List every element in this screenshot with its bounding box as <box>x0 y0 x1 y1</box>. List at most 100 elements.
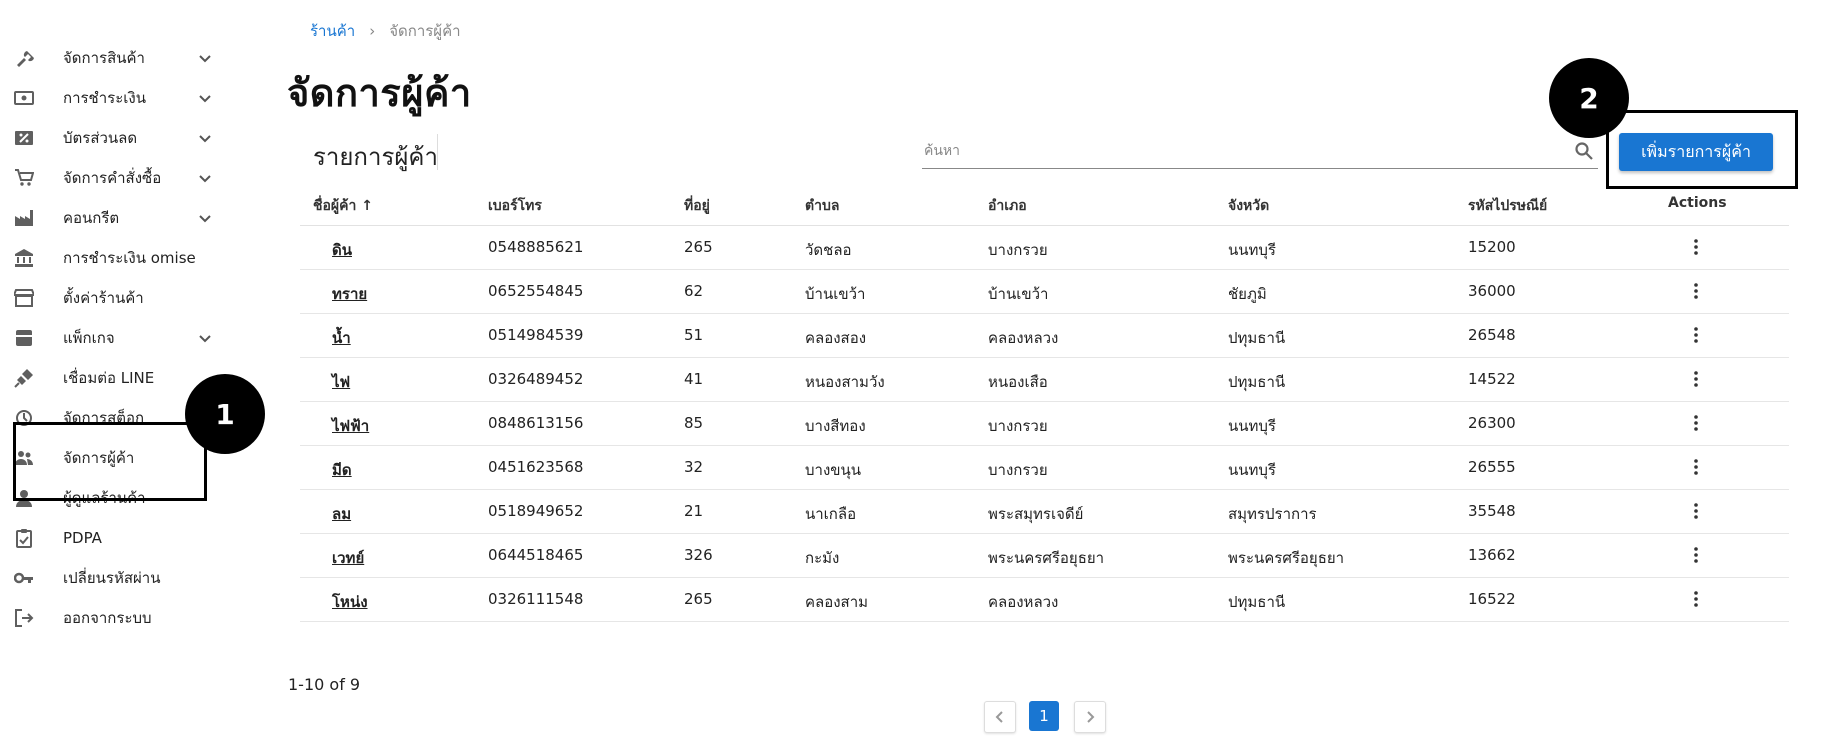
postcode-cell: 26300 <box>1468 414 1516 432</box>
column-header: Actions <box>1668 195 1727 211</box>
table-row: น้ำ 0514984539 51 คลองสอง คลองหลวง ปทุมธานี 26… <box>300 314 1789 358</box>
table-row: ไฟฟ้า 0848613156 85 บางสีทอง บางกรวย นนทบุรี 2… <box>300 402 1789 446</box>
sidebar-item[interactable]: บัตรส่วนลด <box>0 118 230 158</box>
vendor-table: ชื่อผู้ค้า ↑ เบอร์โทร ที่อยู่ ตำบล อำเภอ จังห… <box>300 183 1789 622</box>
vendor-name-link[interactable]: ไฟฟ้า <box>332 414 369 438</box>
province-cell: นนทบุรี <box>1228 461 1276 479</box>
chevron-right-icon <box>1087 711 1095 723</box>
vendor-name-link[interactable]: ลม <box>332 502 351 526</box>
annotation-box-2 <box>1606 110 1798 189</box>
sidebar-item[interactable]: ออกจากระบบ <box>0 598 230 638</box>
sidebar-item[interactable]: ตั้งค่าร้านค้า <box>0 278 230 318</box>
package-icon <box>13 327 35 349</box>
breadcrumb: ร้านค้า › จัดการผู้ค้า <box>310 19 461 43</box>
phone-cell: 0451623568 <box>488 458 584 476</box>
sidebar-item[interactable]: จัดการสินค้า <box>0 38 230 78</box>
chevron-down-icon[interactable] <box>198 91 212 105</box>
vendor-name-link[interactable]: น้ำ <box>332 326 351 350</box>
more-vert-icon[interactable] <box>1686 545 1706 565</box>
more-vert-icon[interactable] <box>1686 325 1706 345</box>
column-header: ตำบล <box>805 198 840 214</box>
postcode-cell: 15200 <box>1468 238 1516 256</box>
chevron-left-icon <box>995 711 1003 723</box>
more-vert-icon[interactable] <box>1686 413 1706 433</box>
sidebar-item[interactable]: PDPA <box>0 518 230 558</box>
search-field <box>922 138 1598 169</box>
column-header: รหัสไปรษณีย์ <box>1468 198 1548 214</box>
sidebar-item[interactable]: เปลี่ยนรหัสผ่าน <box>0 558 230 598</box>
more-vert-icon[interactable] <box>1686 589 1706 609</box>
vendor-name-link[interactable]: ไฟ <box>332 370 350 394</box>
more-vert-icon[interactable] <box>1686 237 1706 257</box>
more-vert-icon[interactable] <box>1686 281 1706 301</box>
table-row: ทราย 0652554845 62 บ้านเขว้า บ้านเขว้า ชัยภูม… <box>300 270 1789 314</box>
chevron-down-icon[interactable] <box>198 51 212 65</box>
vendor-name-link[interactable]: ทราย <box>332 282 367 306</box>
address-cell: 62 <box>684 282 704 300</box>
sidebar-item[interactable]: จัดการคำสั่งซื้อ <box>0 158 230 198</box>
phone-cell: 0326111548 <box>488 590 584 608</box>
column-header[interactable]: ชื่อผู้ค้า ↑ <box>313 195 373 217</box>
sidebar-item-label: คอนกรีต <box>63 209 120 227</box>
breadcrumb-separator: › <box>369 22 376 40</box>
province-cell: ปทุมธานี <box>1228 593 1286 611</box>
next-page-button[interactable] <box>1074 701 1106 733</box>
sidebar-item-label: เชื่อมต่อ LINE <box>63 369 155 387</box>
sidebar-item[interactable]: คอนกรีต <box>0 198 230 238</box>
store-icon <box>13 287 35 309</box>
table-header-row: ชื่อผู้ค้า ↑ เบอร์โทร ที่อยู่ ตำบล อำเภอ จังห… <box>300 183 1789 226</box>
sidebar-item-label: PDPA <box>63 529 102 547</box>
pagination-range: 1-10 of 9 <box>288 675 361 694</box>
postcode-cell: 13662 <box>1468 546 1516 564</box>
annotation-badge-1: 1 <box>185 374 265 454</box>
prev-page-button[interactable] <box>984 701 1016 733</box>
sidebar-item[interactable]: การชำระเงิน <box>0 78 230 118</box>
district-cell: บางกรวย <box>988 241 1048 259</box>
sidebar-item-label: แพ็กเกจ <box>63 329 115 347</box>
phone-cell: 0652554845 <box>488 282 584 300</box>
sidebar-item[interactable]: การชำระเงิน omise <box>0 238 230 278</box>
address-cell: 265 <box>684 590 713 608</box>
vendor-name-link[interactable]: เวทย์ <box>332 546 364 570</box>
province-cell: พระนครศรีอยุธยา <box>1228 549 1345 567</box>
chevron-down-icon[interactable] <box>198 171 212 185</box>
chevron-down-icon[interactable] <box>198 331 212 345</box>
vendor-name-link[interactable]: ดิน <box>332 238 352 262</box>
breadcrumb-home-link[interactable]: ร้านค้า <box>310 19 355 43</box>
chevron-down-icon[interactable] <box>198 131 212 145</box>
province-cell: สมุทรปราการ <box>1228 505 1317 523</box>
phone-cell: 0548885621 <box>488 238 584 256</box>
annotation-box-1 <box>13 422 207 501</box>
more-vert-icon[interactable] <box>1686 457 1706 477</box>
subdistrict-cell: คลองสาม <box>805 593 869 611</box>
sidebar-item[interactable]: แพ็กเกจ <box>0 318 230 358</box>
cart-icon <box>13 167 35 189</box>
district-cell: พระนครศรีอยุธยา <box>988 549 1105 567</box>
search-icon[interactable] <box>1574 141 1594 161</box>
more-vert-icon[interactable] <box>1686 501 1706 521</box>
more-vert-icon[interactable] <box>1686 369 1706 389</box>
page-number-button[interactable]: 1 <box>1029 701 1059 731</box>
subdistrict-cell: กะมัง <box>805 549 840 567</box>
payment-icon <box>13 87 35 109</box>
tools-icon <box>13 47 35 69</box>
district-cell: คลองหลวง <box>988 329 1059 347</box>
postcode-cell: 35548 <box>1468 502 1516 520</box>
subdistrict-cell: บางขนุน <box>805 461 862 479</box>
phone-cell: 0644518465 <box>488 546 584 564</box>
district-cell: บางกรวย <box>988 417 1048 435</box>
address-cell: 32 <box>684 458 704 476</box>
vendor-name-link[interactable]: มีด <box>332 458 352 482</box>
column-header: อำเภอ <box>988 198 1027 214</box>
annotation-badge-2: 2 <box>1549 58 1629 138</box>
search-input[interactable] <box>922 142 1566 160</box>
column-header: ที่อยู่ <box>684 198 710 214</box>
factory-icon <box>13 207 35 229</box>
subdistrict-cell: บ้านเขว้า <box>805 285 866 303</box>
postcode-cell: 26548 <box>1468 326 1516 344</box>
vendor-name-link[interactable]: โหน่ง <box>332 590 368 614</box>
page-title: จัดการผู้ค้า <box>287 71 472 115</box>
address-cell: 265 <box>684 238 713 256</box>
phone-cell: 0514984539 <box>488 326 584 344</box>
chevron-down-icon[interactable] <box>198 211 212 225</box>
